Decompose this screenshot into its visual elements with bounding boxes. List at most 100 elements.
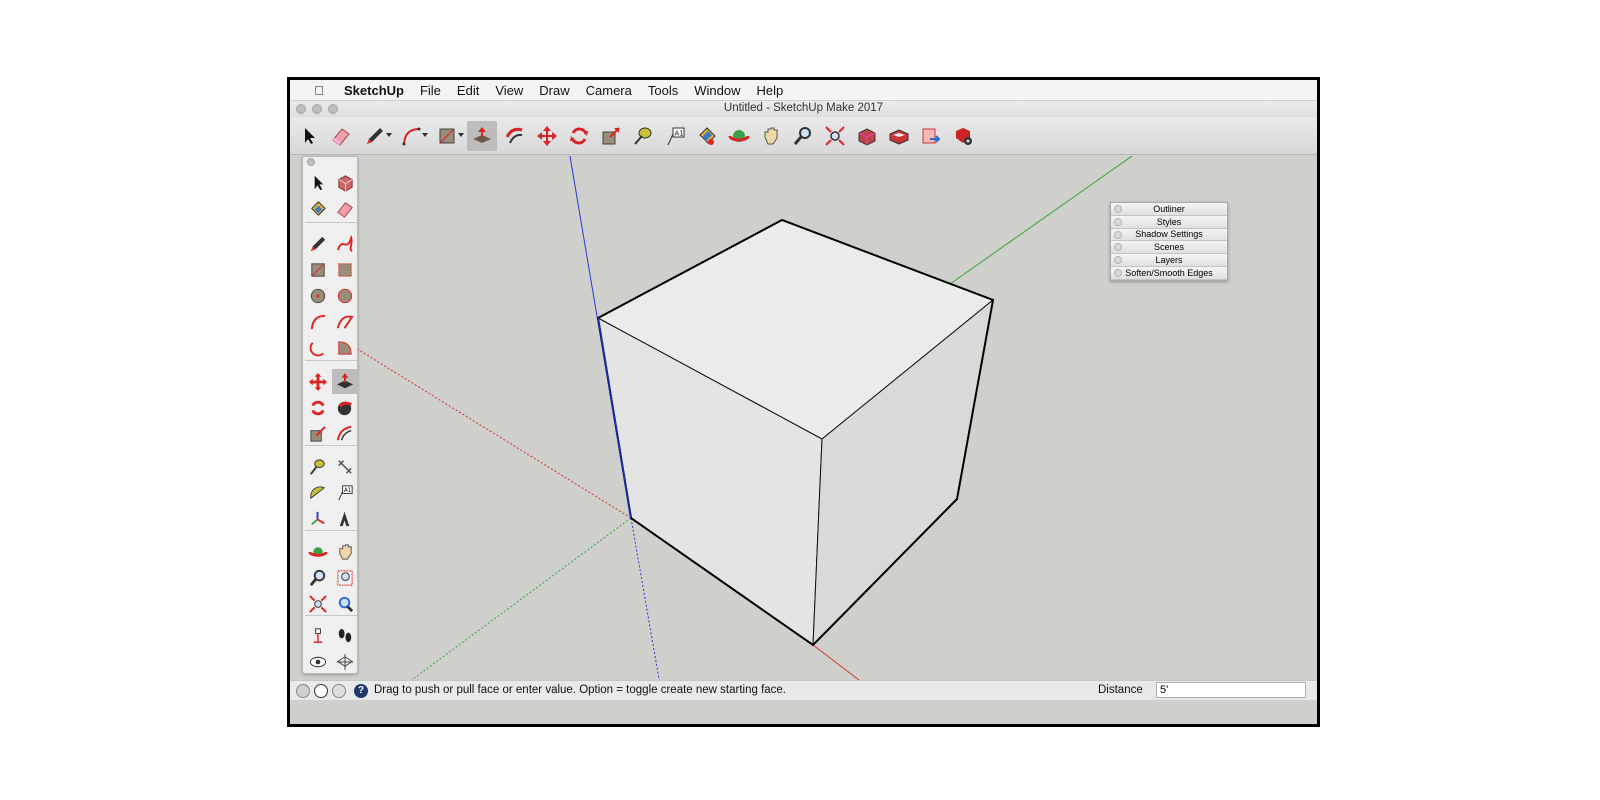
tray-scenes[interactable]: Scenes [1111, 241, 1227, 255]
push-pull-tool-button[interactable] [467, 121, 497, 151]
rotate-tool-button[interactable] [564, 121, 594, 151]
credits-icon[interactable] [314, 684, 328, 698]
menu-help[interactable]: Help [756, 83, 783, 98]
three-point-arc-tool-button[interactable] [305, 335, 331, 360]
offset-tool-button[interactable] [332, 421, 358, 446]
follow-me-tool-button[interactable] [500, 121, 530, 151]
rectangle-tool-button[interactable] [305, 257, 331, 282]
make-component-tool-button[interactable] [332, 170, 358, 195]
palette-close-button[interactable] [307, 158, 315, 166]
tray-shadow-settings[interactable]: Shadow Settings [1111, 228, 1227, 242]
eraser-tool-button[interactable] [326, 121, 356, 151]
eraser-icon [337, 201, 353, 218]
tray-label: Soften/Smooth Edges [1125, 267, 1213, 278]
dimension-icon [338, 459, 352, 474]
tray-label: Styles [1156, 216, 1182, 227]
protractor-tool-button[interactable] [305, 480, 331, 505]
eraser-tool-button[interactable] [332, 196, 358, 221]
walk-tool-button[interactable] [332, 623, 358, 648]
arc-tool-button[interactable] [305, 309, 331, 334]
text-tool-button[interactable]: A1 [332, 480, 358, 505]
select-tool-button[interactable] [294, 121, 324, 151]
tray-layers[interactable]: Layers [1111, 254, 1227, 267]
window-title: Untitled - SketchUp Make 2017 [723, 102, 884, 114]
menu-tools[interactable]: Tools [648, 83, 678, 98]
rotate-icon [570, 127, 588, 145]
arc-dropdown-icon[interactable] [422, 133, 428, 137]
look-around-tool-button[interactable] [305, 649, 331, 674]
two-point-arc-tool-button[interactable] [332, 309, 358, 334]
menu-view[interactable]: View [495, 83, 523, 98]
tape-measure-tool-button[interactable] [305, 454, 331, 479]
measurements-input[interactable] [1156, 682, 1306, 698]
two-point-arc-icon [336, 315, 354, 329]
geo-location-icon[interactable] [296, 684, 310, 698]
pan-tool-button[interactable] [332, 539, 358, 564]
menu-camera[interactable]: Camera [586, 83, 632, 98]
user-account-icon[interactable] [332, 684, 346, 698]
section-plane-tool-button[interactable] [332, 649, 358, 674]
apple-icon[interactable]:  [304, 83, 334, 98]
rectangle-dropdown-icon[interactable] [458, 133, 464, 137]
zoom-extents-tool-button[interactable] [305, 591, 331, 616]
sketchup-window:  SketchUp File Edit View Draw Camera To… [287, 77, 1320, 727]
paint-bucket-icon [699, 127, 716, 145]
zoom-tool-button[interactable] [305, 565, 331, 590]
tray-outliner[interactable]: Outliner [1111, 203, 1227, 216]
tray-toggle-icon[interactable] [1114, 256, 1122, 265]
orbit-tool-button[interactable] [724, 121, 754, 151]
text-tool-button[interactable]: A1 [660, 121, 690, 151]
layout-button[interactable] [916, 121, 946, 151]
palette-header[interactable] [303, 157, 357, 167]
menu-draw[interactable]: Draw [539, 83, 569, 98]
3d-text-tool-button[interactable] [332, 506, 358, 531]
zoom-tool-button[interactable] [788, 121, 818, 151]
follow-me-tool-button[interactable] [332, 395, 358, 420]
dimension-tool-button[interactable] [332, 454, 358, 479]
tape-measure-tool-button[interactable] [628, 121, 658, 151]
previous-view-tool-button[interactable] [332, 591, 358, 616]
tray-toggle-icon[interactable] [1114, 205, 1122, 213]
select-tool-button[interactable] [305, 170, 331, 195]
tray-toggle-icon[interactable] [1114, 268, 1122, 277]
position-camera-icon [313, 627, 323, 643]
freehand-icon [336, 234, 353, 252]
move-tool-button[interactable] [305, 369, 331, 394]
tray-toggle-icon[interactable] [1114, 243, 1122, 252]
rotate-tool-button[interactable] [305, 395, 331, 420]
pan-tool-button[interactable] [756, 121, 786, 151]
instructor-help-icon[interactable]: ? [354, 684, 368, 698]
polygon-tool-button[interactable] [332, 283, 358, 308]
tray-soften-smooth-edges[interactable]: Soften/Smooth Edges [1111, 266, 1227, 280]
scale-tool-button[interactable] [305, 421, 331, 446]
circle-tool-button[interactable] [305, 283, 331, 308]
pencil-dropdown-icon[interactable] [386, 133, 392, 137]
scale-tool-button[interactable] [596, 121, 626, 151]
axes-tool-button[interactable] [305, 506, 331, 531]
arc-icon [310, 314, 326, 329]
freehand-tool-button[interactable] [332, 231, 358, 256]
tray-styles[interactable]: Styles [1111, 215, 1227, 229]
tray-toggle-icon[interactable] [1114, 230, 1122, 239]
pencil-icon [367, 128, 383, 144]
menu-window[interactable]: Window [694, 83, 740, 98]
push-pull-tool-button[interactable] [332, 369, 358, 394]
pie-tool-button[interactable] [332, 335, 358, 360]
position-camera-tool-button[interactable] [305, 623, 331, 648]
menu-app[interactable]: SketchUp [344, 83, 404, 98]
paint-bucket-tool-button[interactable] [305, 196, 331, 221]
zoom-window-tool-button[interactable] [332, 565, 358, 590]
warehouse-button[interactable] [852, 121, 882, 151]
menu-file[interactable]: File [420, 83, 441, 98]
zoom-extents-tool-button[interactable] [820, 121, 850, 151]
extension-warehouse-button[interactable] [884, 121, 914, 151]
orbit-tool-button[interactable] [305, 539, 331, 564]
paint-bucket-tool-button[interactable] [692, 121, 722, 151]
model-viewport[interactable]: Outliner Styles Shadow Settings Scenes L… [290, 156, 1317, 686]
pencil-tool-button[interactable] [305, 231, 331, 256]
rotated-rectangle-tool-button[interactable] [332, 257, 358, 282]
tray-toggle-icon[interactable] [1114, 217, 1122, 226]
extension-manager-button[interactable] [948, 121, 978, 151]
menu-edit[interactable]: Edit [457, 83, 479, 98]
move-tool-button[interactable] [532, 121, 562, 151]
